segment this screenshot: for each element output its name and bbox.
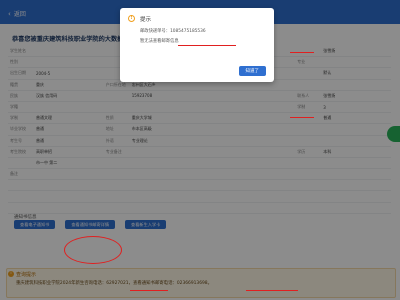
warning-icon: !	[128, 15, 135, 22]
ok-button[interactable]: 知道了	[238, 66, 266, 76]
annotation-underline	[178, 45, 236, 46]
annotation-underline	[246, 290, 298, 291]
annotation-underline	[130, 290, 168, 291]
mail-status-text: 暂无法查看邮寄信息	[140, 39, 179, 44]
annotation-underline	[290, 117, 314, 118]
dialog-title: 提示	[140, 17, 152, 23]
annotation-circle	[64, 236, 122, 264]
annotation-underline	[290, 52, 314, 53]
tracking-number-text: 邮政快递单号：1085475185536	[140, 29, 206, 34]
